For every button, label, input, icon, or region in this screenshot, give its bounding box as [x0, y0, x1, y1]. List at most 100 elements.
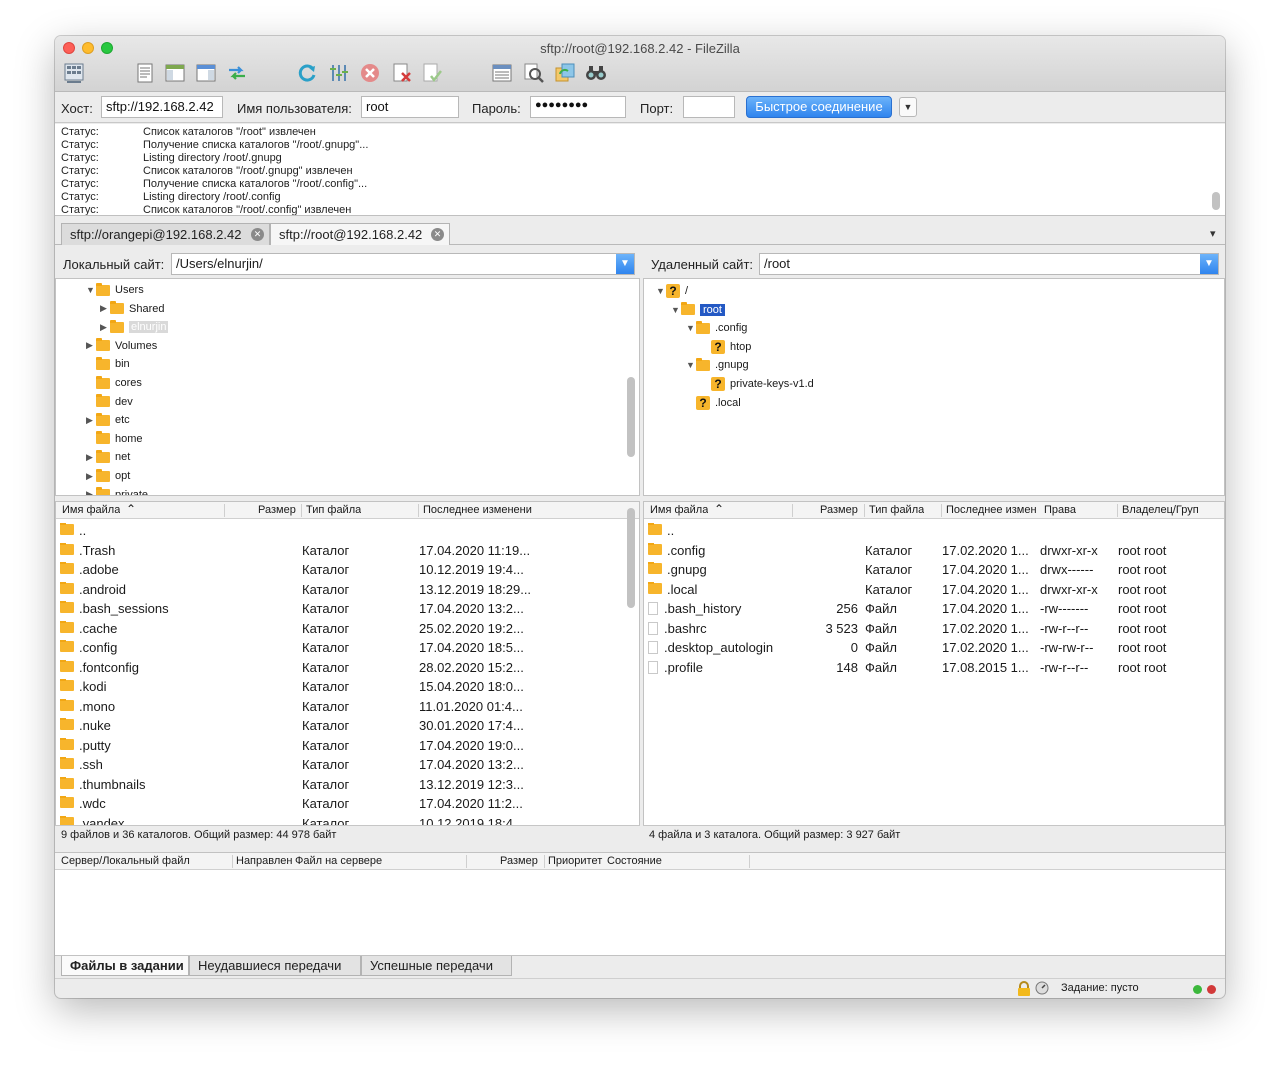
tree-node[interactable]: ▶ net — [86, 448, 130, 466]
file-row[interactable]: .fontconfig Каталог 28.02.2020 15:2... — [56, 658, 639, 678]
file-row[interactable]: .config Каталог 17.02.2020 1... drwxr-xr-x r… — [644, 541, 1224, 561]
quickconnect-button[interactable]: Быстрое соединение — [746, 96, 892, 118]
tree-node[interactable]: ? htop — [701, 338, 751, 356]
column-size[interactable]: Размер — [258, 504, 296, 516]
file-row[interactable]: .profile 148 Файл 17.08.2015 1... -rw-r--r--… — [644, 658, 1224, 678]
expand-arrow-icon[interactable]: ▶ — [86, 471, 96, 482]
tree-node[interactable]: ? private-keys-v1.d — [701, 375, 814, 393]
toggle-local-tree-button[interactable] — [162, 61, 188, 85]
close-tab-icon[interactable]: ✕ — [251, 228, 264, 241]
file-row[interactable]: .android Каталог 13.12.2019 18:29... — [56, 580, 639, 600]
expand-arrow-icon[interactable]: ▶ — [86, 489, 96, 495]
password-input[interactable]: ●●●●●●●● — [530, 96, 626, 118]
column-priority[interactable]: Приоритет — [548, 855, 604, 867]
tab-root[interactable]: sftp://root@192.168.2.42 ✕ — [270, 223, 450, 245]
column-size[interactable]: Размер — [820, 504, 858, 516]
column-server-local-file[interactable]: Сервер/Локальный файл — [61, 855, 190, 867]
local-path-dropdown[interactable]: ▼ — [616, 254, 634, 274]
tree-node[interactable]: dev — [86, 393, 133, 411]
search-remote-files-button[interactable] — [583, 61, 609, 85]
tree-node[interactable]: ▶ Volumes — [86, 337, 157, 355]
disconnect-button[interactable] — [389, 61, 415, 85]
file-row[interactable]: .cache Каталог 25.02.2020 19:2... — [56, 619, 639, 639]
file-row[interactable]: .bashrc 3 523 Файл 17.02.2020 1... -rw-r--r-… — [644, 619, 1224, 639]
tab-queued-files[interactable]: Файлы в задании — [61, 956, 189, 976]
directory-filter-button[interactable] — [489, 61, 515, 85]
file-row[interactable]: .bash_history 256 Файл 17.04.2020 1... -rw--… — [644, 599, 1224, 619]
file-row[interactable]: .gnupg Каталог 17.04.2020 1... drwx------ ro… — [644, 560, 1224, 580]
file-row[interactable]: .. — [644, 521, 1224, 541]
refresh-button[interactable] — [294, 61, 320, 85]
tree-node[interactable]: ▶ Shared — [100, 300, 164, 318]
expand-arrow-icon[interactable]: ▶ — [86, 415, 96, 426]
column-remote-file[interactable]: Файл на сервере — [295, 855, 382, 867]
column-name[interactable]: Имя файла — [62, 504, 120, 516]
column-type[interactable]: Тип файла — [306, 504, 361, 516]
tree-node[interactable]: ▼ .gnupg — [686, 356, 749, 374]
expand-arrow-icon[interactable]: ▼ — [686, 360, 696, 370]
expand-arrow-icon[interactable]: ▼ — [86, 285, 96, 295]
file-row[interactable]: .config Каталог 17.04.2020 18:5... — [56, 638, 639, 658]
expand-arrow-icon[interactable]: ▶ — [86, 452, 96, 463]
tree-node[interactable]: ? .local — [686, 394, 741, 412]
column-name[interactable]: Имя файла — [650, 504, 708, 516]
reconnect-button[interactable] — [419, 61, 445, 85]
tab-failed-transfers[interactable]: Неудавшиеся передачи — [189, 956, 361, 976]
file-row[interactable]: .local Каталог 17.04.2020 1... drwxr-xr-x ro… — [644, 580, 1224, 600]
local-list-scrollbar[interactable] — [627, 508, 635, 608]
toggle-remote-tree-button[interactable] — [193, 61, 219, 85]
username-input[interactable]: root — [361, 96, 459, 118]
remote-path-dropdown[interactable]: ▼ — [1200, 254, 1218, 274]
file-row[interactable]: .ssh Каталог 17.04.2020 13:2... — [56, 755, 639, 775]
file-row[interactable]: .Trash Каталог 17.04.2020 11:19... — [56, 541, 639, 561]
file-row[interactable]: .nuke Каталог 30.01.2020 17:4... — [56, 716, 639, 736]
tree-node[interactable]: ▼ .config — [686, 319, 747, 337]
file-row[interactable]: .kodi Каталог 15.04.2020 18:0... — [56, 677, 639, 697]
tab-orangepi[interactable]: sftp://orangepi@192.168.2.42 ✕ — [61, 223, 270, 245]
port-input[interactable] — [683, 96, 735, 118]
column-permissions[interactable]: Права — [1044, 504, 1076, 516]
expand-arrow-icon[interactable]: ▶ — [86, 340, 96, 351]
local-tree-scrollbar[interactable] — [627, 377, 635, 457]
tree-node[interactable]: ▼ root — [671, 301, 725, 319]
tree-node[interactable]: ▶ opt — [86, 467, 130, 485]
column-direction[interactable]: Направлен — [236, 855, 292, 867]
column-size[interactable]: Размер — [500, 855, 538, 867]
tab-list-menu-icon[interactable]: ▾ — [1210, 227, 1216, 240]
log-scrollbar[interactable] — [1212, 192, 1220, 210]
file-row[interactable]: .thumbnails Каталог 13.12.2019 12:3... — [56, 775, 639, 795]
tree-node[interactable]: ▼? / — [656, 282, 688, 300]
process-queue-button[interactable] — [326, 61, 352, 85]
synchronized-browsing-button[interactable] — [552, 61, 578, 85]
toggle-queue-button[interactable] — [224, 61, 250, 85]
column-owner[interactable]: Владелец/Груп — [1122, 504, 1212, 516]
close-tab-icon[interactable]: ✕ — [431, 228, 444, 241]
file-row[interactable]: .bash_sessions Каталог 17.04.2020 13:2... — [56, 599, 639, 619]
tree-node[interactable]: ▶ etc — [86, 411, 130, 429]
tree-node[interactable]: ▶ private — [86, 486, 148, 495]
tree-node[interactable]: cores — [86, 374, 142, 392]
tab-successful-transfers[interactable]: Успешные передачи — [361, 956, 512, 976]
file-row[interactable]: .desktop_autologin 0 Файл 17.02.2020 1... -r… — [644, 638, 1224, 658]
file-row[interactable]: .wdc Каталог 17.04.2020 11:2... — [56, 794, 639, 814]
expand-arrow-icon[interactable]: ▼ — [686, 323, 696, 333]
file-row[interactable]: .. — [56, 521, 639, 541]
file-row[interactable]: .mono Каталог 11.01.2020 01:4... — [56, 697, 639, 717]
expand-arrow-icon[interactable]: ▼ — [656, 286, 666, 296]
compare-directories-button[interactable] — [521, 61, 547, 85]
column-modified[interactable]: Последнее измен — [946, 504, 1040, 516]
remote-path-input[interactable]: /root ▼ — [759, 253, 1219, 275]
cancel-operation-button[interactable] — [357, 61, 383, 85]
expand-arrow-icon[interactable]: ▶ — [100, 303, 110, 314]
toggle-message-log-button[interactable] — [132, 61, 158, 85]
quickconnect-history-dropdown[interactable]: ▼ — [899, 97, 917, 117]
column-modified[interactable]: Последнее изменени — [423, 504, 573, 516]
tree-node[interactable]: bin — [86, 355, 130, 373]
file-row[interactable]: .adobe Каталог 10.12.2019 19:4... — [56, 560, 639, 580]
tree-node[interactable]: ▶ elnurjin — [100, 318, 169, 336]
column-state[interactable]: Состояние — [607, 855, 662, 867]
column-type[interactable]: Тип файла — [869, 504, 924, 516]
site-manager-button[interactable] — [61, 61, 87, 85]
expand-arrow-icon[interactable]: ▼ — [671, 305, 681, 315]
host-input[interactable]: sftp://192.168.2.42 — [101, 96, 223, 118]
